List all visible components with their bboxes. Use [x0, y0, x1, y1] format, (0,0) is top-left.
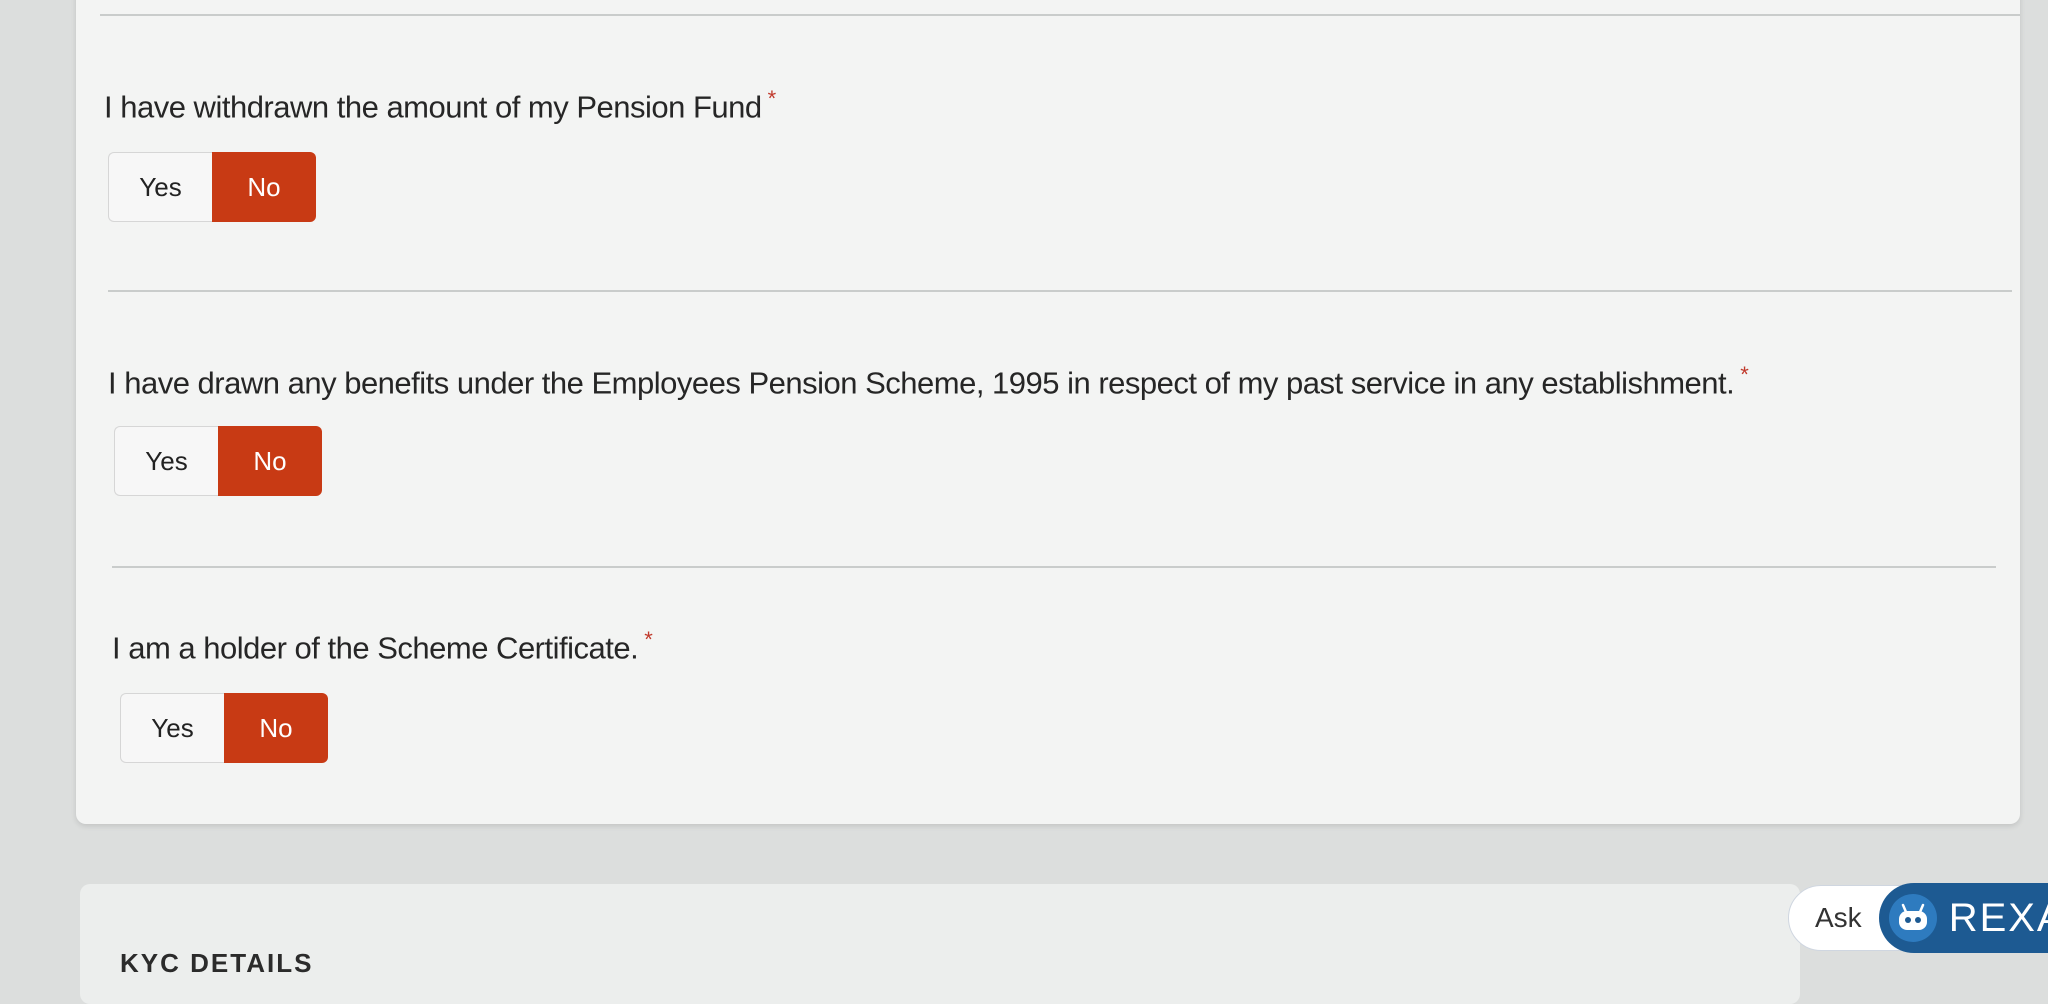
next-section-card [80, 884, 1800, 1004]
ask-rexa-chat-button[interactable]: Ask REXA TM [1788, 882, 2048, 954]
question-scheme-certificate: I am a holder of the Scheme Certificate.… [112, 627, 653, 666]
robot-icon [1888, 894, 1937, 942]
yes-button[interactable]: Yes [120, 693, 224, 763]
toggle-scheme-certificate: Yes No [120, 693, 328, 763]
section-divider [112, 566, 1996, 568]
section-divider [108, 290, 2012, 292]
toggle-eps-benefits-drawn: Yes No [114, 426, 322, 496]
question-eps-benefits-drawn: I have drawn any benefits under the Empl… [108, 362, 1749, 401]
no-button[interactable]: No [224, 693, 328, 763]
required-asterisk: * [1740, 362, 1749, 387]
required-asterisk: * [644, 627, 653, 652]
question-label: I have drawn any benefits under the Empl… [108, 365, 1735, 401]
question-label: I have withdrawn the amount of my Pensio… [104, 89, 762, 125]
no-button[interactable]: No [218, 426, 322, 496]
required-asterisk: * [767, 86, 777, 111]
question-pension-withdrawn: I have withdrawn the amount of my Pensio… [104, 86, 776, 125]
yes-button[interactable]: Yes [108, 152, 212, 222]
brand-name: REXA [1948, 895, 2048, 940]
no-button[interactable]: No [212, 152, 316, 222]
toggle-pension-withdrawn: Yes No [108, 152, 316, 222]
yes-button[interactable]: Yes [114, 426, 218, 496]
rexa-badge: REXA TM [1878, 883, 2048, 953]
section-divider [100, 14, 2020, 16]
next-section-heading: KYC DETAILS [120, 948, 314, 978]
question-label: I am a holder of the Scheme Certificate. [112, 630, 639, 666]
